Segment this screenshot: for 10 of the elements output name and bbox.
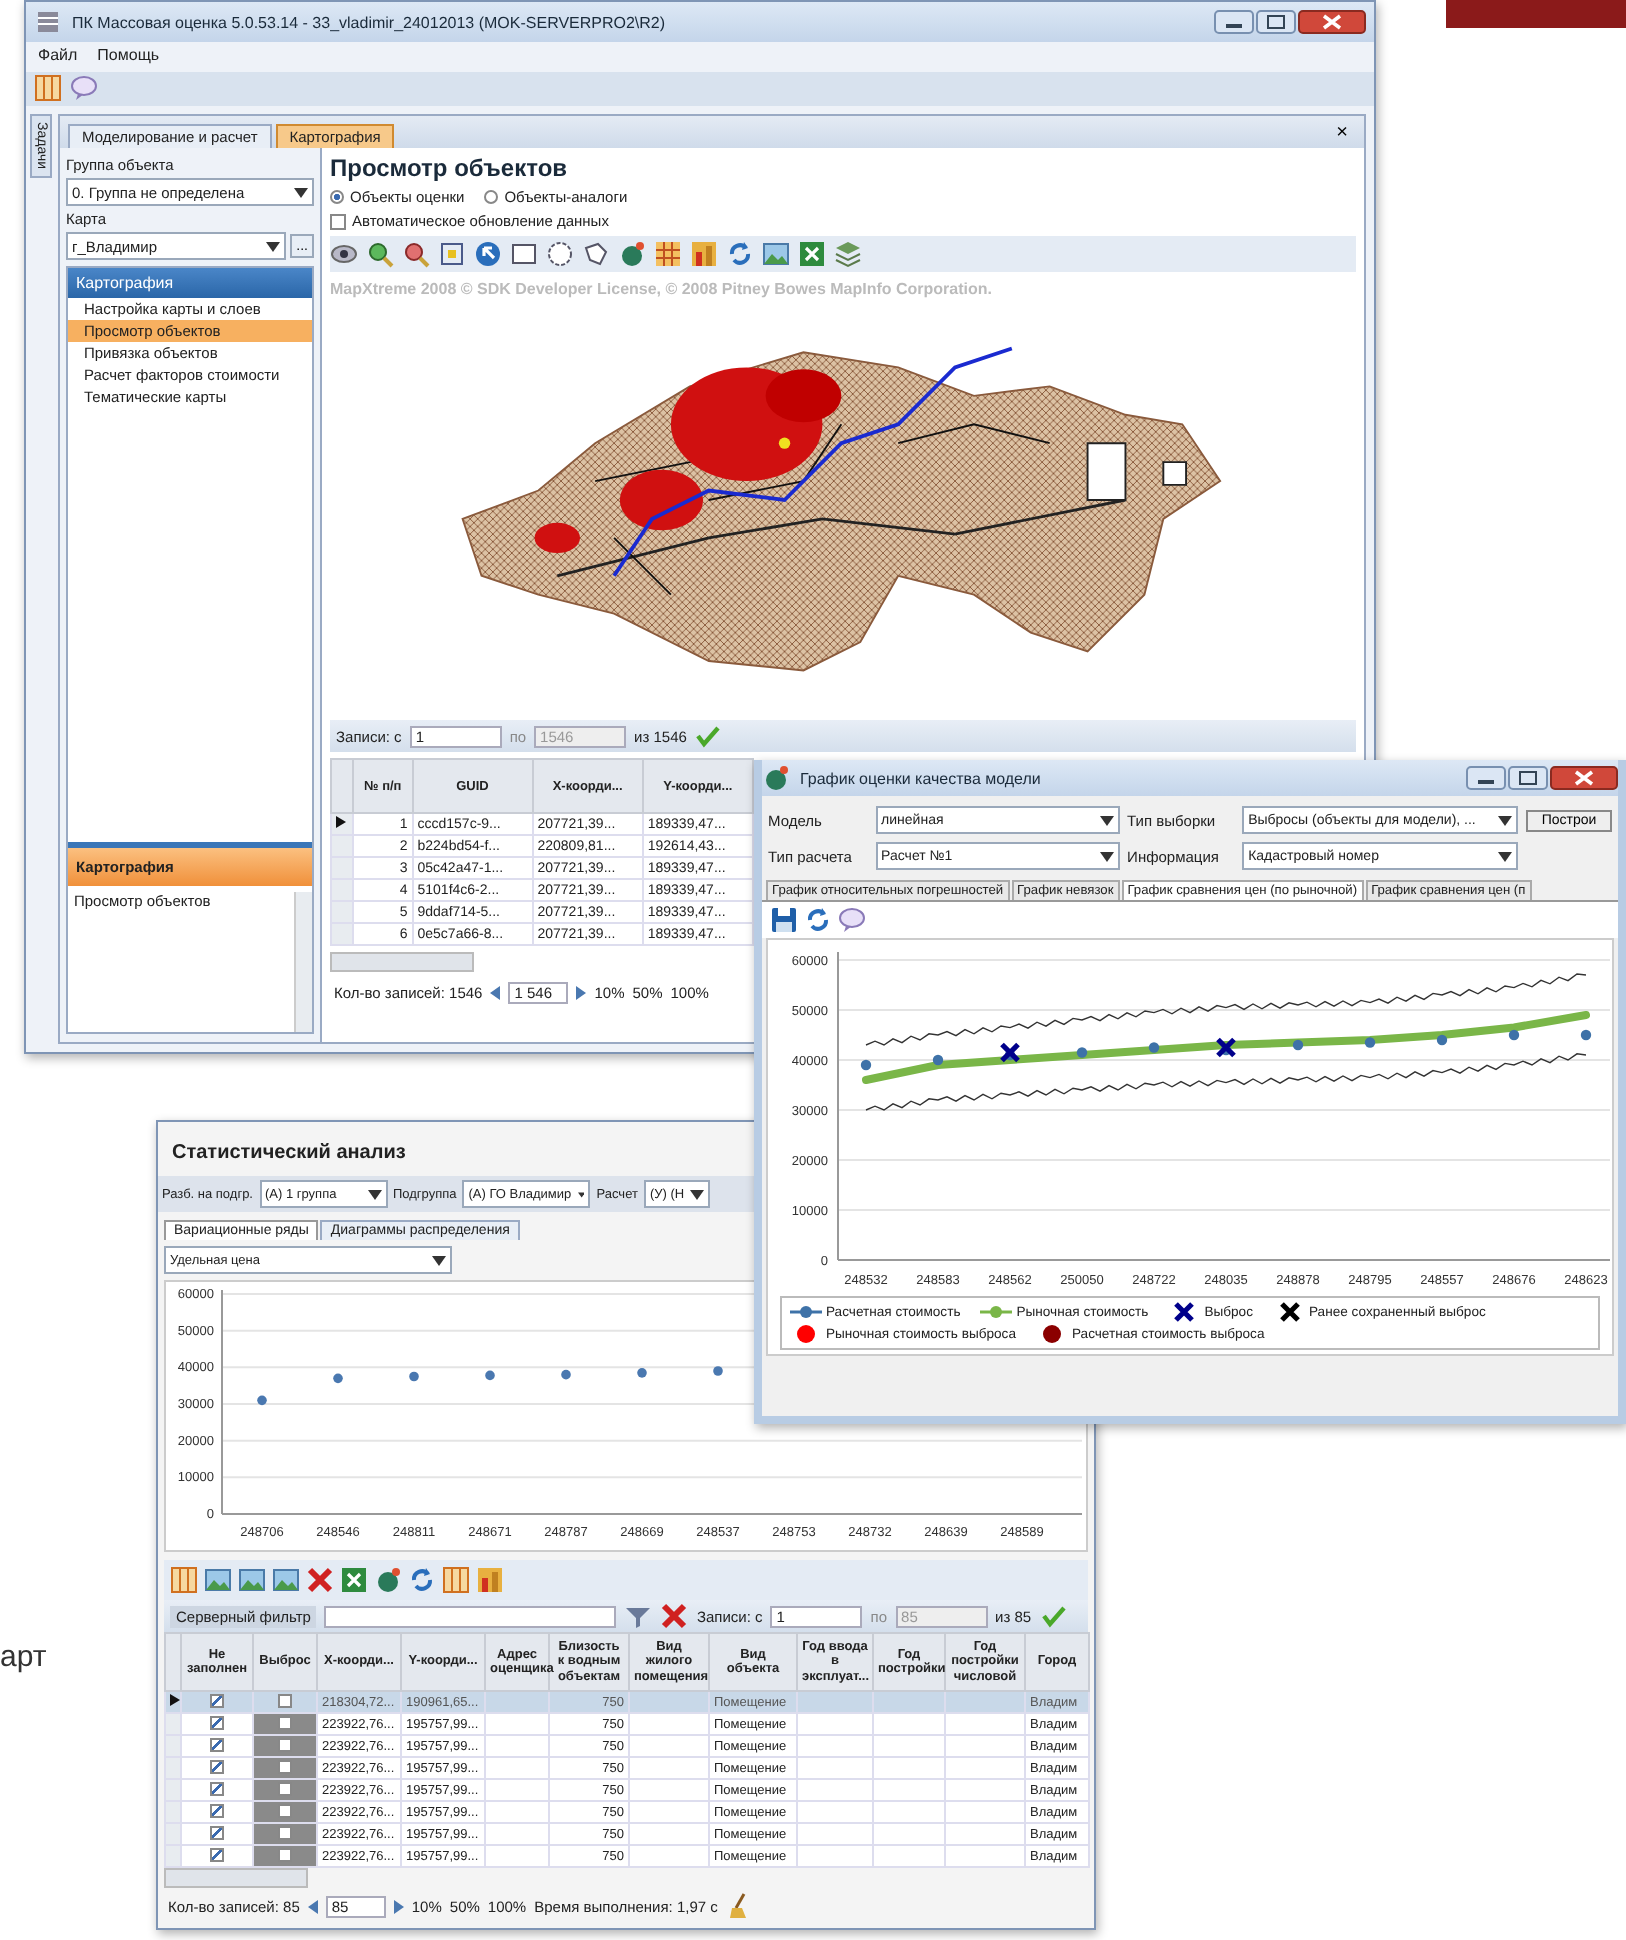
page-title: Просмотр объектов: [330, 154, 570, 182]
partial-text: арт: [0, 1640, 47, 1674]
page-title: Статистический анализ: [170, 1140, 408, 1168]
close-button[interactable]: ×: [1328, 122, 1356, 146]
panel-header: Картография: [68, 268, 312, 298]
menu-item[interactable]: Файл: [38, 46, 78, 68]
copyright-text: MapXtreme 2008 © SDK Developer License, © 2008 Pitney Bowes MapInfo Corporation.: [330, 278, 994, 300]
window-title: ПК Массовая оценка 5.0.53.14 - 33_vladimir_24012013 (MOK-SERVERPRO2\R2): [72, 13, 666, 31]
menu-item[interactable]: Помощь: [97, 46, 160, 68]
window-title: График оценки качества модели: [800, 769, 1041, 787]
